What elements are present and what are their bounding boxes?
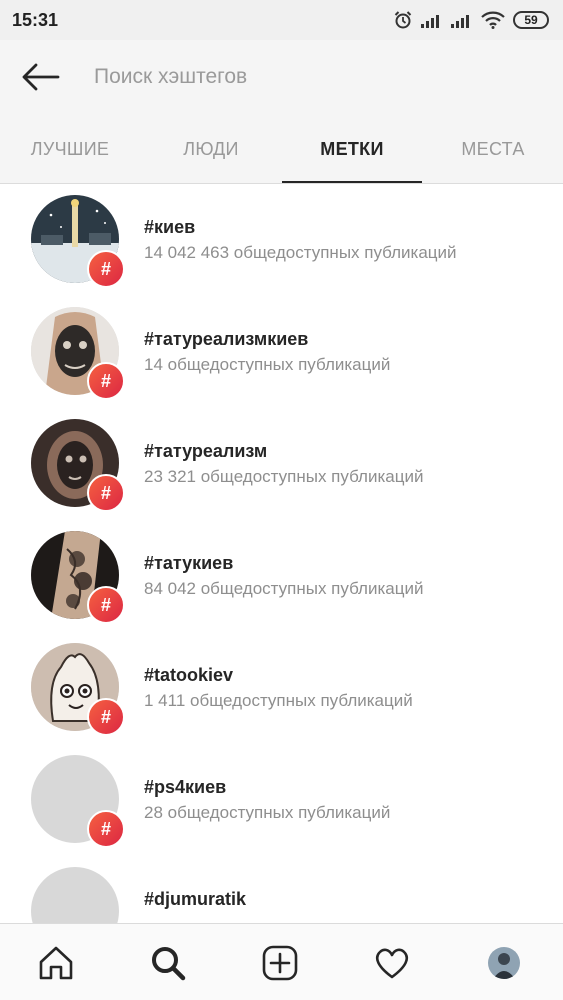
hashtag-post-count: 1 411 общедоступных публикаций (144, 691, 413, 710)
hashtag-name: #татуреализм (144, 441, 268, 461)
tab-people[interactable]: ЛЮДИ (141, 114, 281, 184)
nav-add-post[interactable] (224, 924, 336, 1000)
hashtag-badge: # (87, 474, 125, 512)
hashtag-badge: # (87, 698, 125, 736)
hashtag-name: #ps4киев (144, 777, 227, 797)
hashtag-name: #татуреализмкиев (144, 329, 309, 349)
hashtag-badge: # (87, 586, 125, 624)
hashtag-row[interactable]: # #татукиев 84 042 общедоступных публика… (0, 521, 563, 633)
hashtag-name: #tatookiev (144, 665, 234, 685)
hashtag-post-count: 28 общедоступных публикаций (144, 803, 391, 822)
bottom-nav (0, 923, 563, 1000)
nav-profile[interactable] (448, 924, 560, 1000)
arrow-left-icon (22, 63, 60, 91)
hashtag-name: #киев (144, 217, 196, 237)
nav-activity[interactable] (336, 924, 448, 1000)
hashtag-badge: # (87, 810, 125, 848)
back-button[interactable] (0, 40, 80, 114)
search-input[interactable] (94, 65, 534, 89)
hashtag-row[interactable]: # #татуреализм 23 321 общедоступных публ… (0, 409, 563, 521)
hashtag-post-count: 84 042 общедоступных публикаций (144, 579, 424, 598)
hashtag-post-count: 23 321 общедоступных публикаций (144, 467, 424, 486)
wifi-icon (481, 11, 505, 29)
tab-places[interactable]: МЕСТА (423, 114, 563, 184)
tab-top[interactable]: ЛУЧШИЕ (0, 114, 140, 184)
hashtag-row[interactable]: #djumuratik (0, 857, 563, 923)
hashtag-row[interactable]: # #ps4киев 28 общедоступных публикаций (0, 745, 563, 857)
profile-avatar (488, 946, 520, 979)
tab-bar: ЛУЧШИЕ ЛЮДИ МЕТКИ МЕСТА (0, 114, 563, 184)
active-tab-indicator (282, 181, 422, 183)
hashtag-name: #djumuratik (144, 889, 247, 909)
nav-search[interactable] (112, 924, 224, 1000)
add-post-icon (262, 945, 298, 980)
nav-home[interactable] (0, 924, 112, 1000)
heart-icon (375, 948, 409, 978)
search-header (0, 40, 563, 114)
hashtag-row[interactable]: # #tatookiev 1 411 общедоступных публика… (0, 633, 563, 745)
hashtag-results-list[interactable]: # #киев 14 042 463 общедоступных публика… (0, 185, 563, 923)
search-icon (152, 946, 186, 980)
tab-tags[interactable]: МЕТКИ (282, 114, 422, 184)
battery-icon: 59 (513, 11, 549, 29)
status-bar: 15:31 59 (0, 0, 563, 40)
status-icons: 59 (393, 10, 549, 30)
hashtag-thumbnail (31, 867, 119, 923)
hashtag-name: #татукиев (144, 553, 234, 573)
hashtag-badge: # (87, 250, 125, 288)
hashtag-post-count: 14 общедоступных публикаций (144, 355, 391, 374)
hashtag-badge: # (87, 362, 125, 400)
signal-icon (421, 15, 439, 28)
hashtag-post-count: 14 042 463 общедоступных публикаций (144, 243, 457, 262)
hashtag-row[interactable]: # #киев 14 042 463 общедоступных публика… (0, 185, 563, 297)
alarm-icon (394, 11, 412, 29)
home-icon (39, 946, 73, 979)
signal-icon (451, 15, 469, 28)
hashtag-row[interactable]: # #татуреализмкиев 14 общедоступных публ… (0, 297, 563, 409)
status-time: 15:31 (12, 9, 59, 30)
